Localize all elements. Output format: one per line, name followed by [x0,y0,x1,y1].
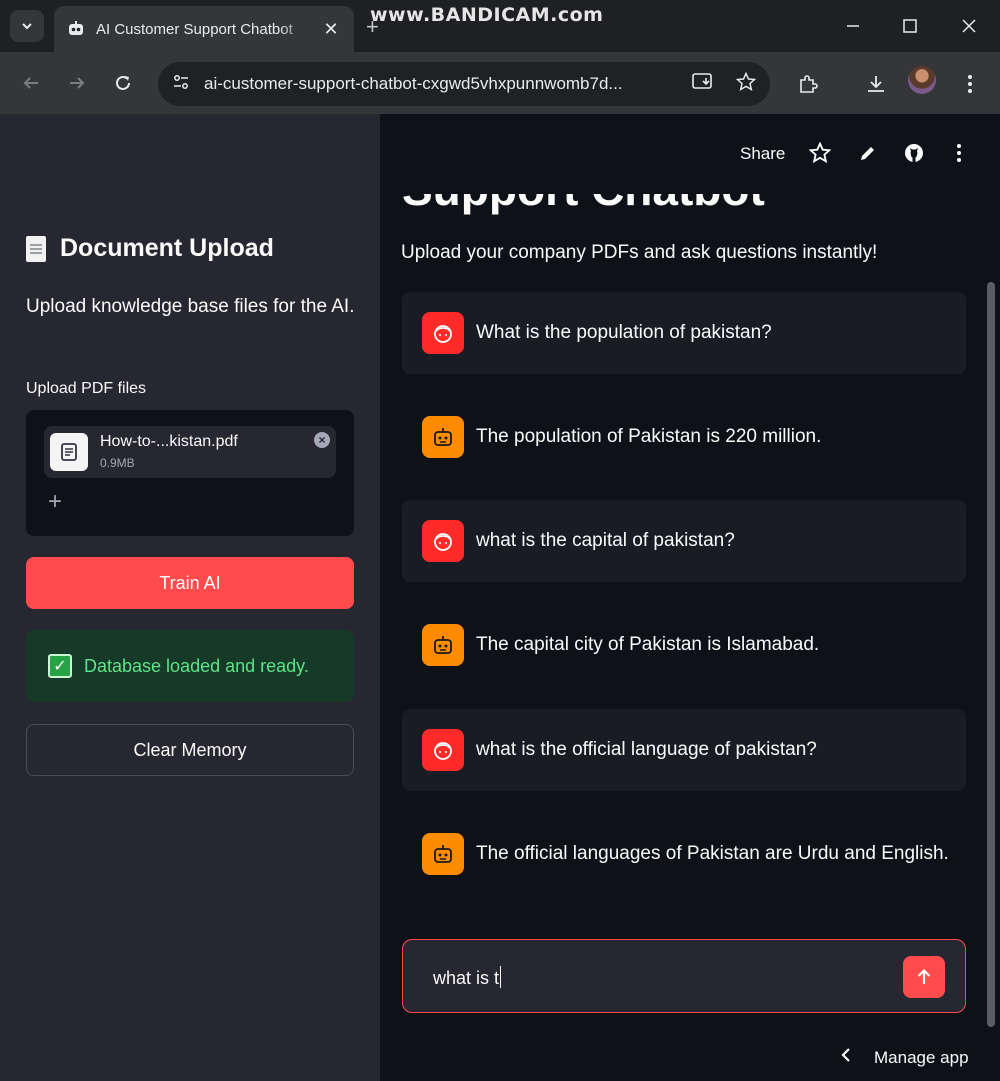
chat-message-user: what is the capital of pakistan? [402,500,966,582]
chat-scrollbar[interactable] [987,282,995,1027]
forward-icon[interactable] [62,68,92,98]
address-bar[interactable]: ai-customer-support-chatbot-cxgwd5vhxpun… [158,62,770,106]
url-text: ai-customer-support-chatbot-cxgwd5vhxpun… [204,74,623,93]
status-text: Database loaded and ready. [84,655,309,676]
browser-tab-bar: AI Customer Support Chatbot ✕ + www.BAND… [0,0,1000,52]
user-avatar-icon [422,729,464,771]
star-icon[interactable] [808,141,832,165]
chevron-left-icon [840,1046,852,1069]
manage-app-label: Manage app [874,1047,969,1067]
maximize-icon[interactable] [895,12,925,40]
bot-avatar-icon [422,833,464,875]
file-name: How-to-...kistan.pdf [100,433,238,450]
train-ai-button[interactable]: Train AI [26,557,354,609]
chat-message-assistant: The population of Pakistan is 220 millio… [402,396,966,478]
text-caret [500,966,502,988]
back-icon[interactable] [16,68,46,98]
chat-message-assistant: The capital city of Pakistan is Islamaba… [402,604,966,686]
bot-avatar-icon [422,624,464,666]
sidebar-description: Upload knowledge base files for the AI. [26,296,355,317]
browser-toolbar: ai-customer-support-chatbot-cxgwd5vhxpun… [0,52,1000,114]
chat-message-assistant: The official languages of Pakistan are U… [402,813,966,895]
message-text: The capital city of Pakistan is Islamaba… [476,634,820,655]
robot-favicon-icon [66,19,86,39]
github-icon[interactable] [902,141,926,165]
tab-search-button[interactable] [10,10,44,42]
file-uploader[interactable]: How-to-...kistan.pdf 0.9MB × + [26,410,354,536]
edit-pencil-icon[interactable] [856,141,880,165]
chat-message-user: What is the population of pakistan? [402,292,966,374]
download-icon[interactable] [862,70,890,98]
file-size: 0.9MB [100,456,135,470]
minimize-icon[interactable] [838,12,868,40]
chat-input-value: what is t [433,966,502,989]
extensions-icon[interactable] [794,70,822,98]
tab-title: AI Customer Support Chatbot [96,20,293,38]
upload-label: Upload PDF files [26,380,147,397]
close-window-icon[interactable] [954,12,984,40]
message-text: The population of Pakistan is 220 millio… [476,426,822,447]
close-tab-icon[interactable]: ✕ [320,18,342,40]
browser-tab[interactable]: AI Customer Support Chatbot ✕ [54,6,354,52]
install-app-icon[interactable] [692,72,714,97]
add-file-icon[interactable]: + [48,488,62,516]
uploaded-file-chip: How-to-...kistan.pdf 0.9MB × [44,426,336,478]
file-icon [50,433,88,471]
recording-watermark: www.BANDICAM.com [370,4,604,26]
sidebar: Document Upload Upload knowledge base fi… [0,114,380,1081]
chat-input-text: what is t [433,968,500,988]
sidebar-header: Document Upload [26,234,274,263]
message-text: The official languages of Pakistan are U… [476,843,949,864]
profile-avatar[interactable] [908,66,936,94]
user-avatar-icon [422,312,464,354]
message-text: What is the population of pakistan? [476,322,772,343]
share-button[interactable]: Share [740,144,785,164]
check-mark-icon: ✓ [48,654,72,678]
main-content: Support Chatbot Share Upload your compan… [380,114,1000,1081]
document-icon [26,235,46,262]
kebab-menu-icon[interactable] [956,70,984,98]
clear-memory-button[interactable]: Clear Memory [26,724,354,776]
page-subtitle: Upload your company PDFs and ask questio… [401,242,878,263]
star-icon[interactable] [735,71,757,97]
main-menu-icon[interactable] [947,141,971,165]
arrow-up-icon [917,968,931,984]
chat-message-user: what is the official language of pakista… [402,709,966,791]
manage-app-button[interactable]: Manage app [840,1046,969,1069]
remove-file-icon[interactable]: × [314,432,330,448]
site-info-icon[interactable] [172,73,190,96]
user-avatar-icon [422,520,464,562]
reload-icon[interactable] [108,68,138,98]
send-button[interactable] [903,956,945,998]
app-toolbar: Share [380,114,1000,178]
message-text: what is the official language of pakista… [476,739,817,760]
status-alert: ✓ Database loaded and ready. [26,630,354,702]
chat-input[interactable]: what is t [402,939,966,1013]
bot-avatar-icon [422,416,464,458]
sidebar-header-text: Document Upload [60,234,274,262]
message-text: what is the capital of pakistan? [476,530,735,551]
chevron-down-icon [22,23,32,30]
